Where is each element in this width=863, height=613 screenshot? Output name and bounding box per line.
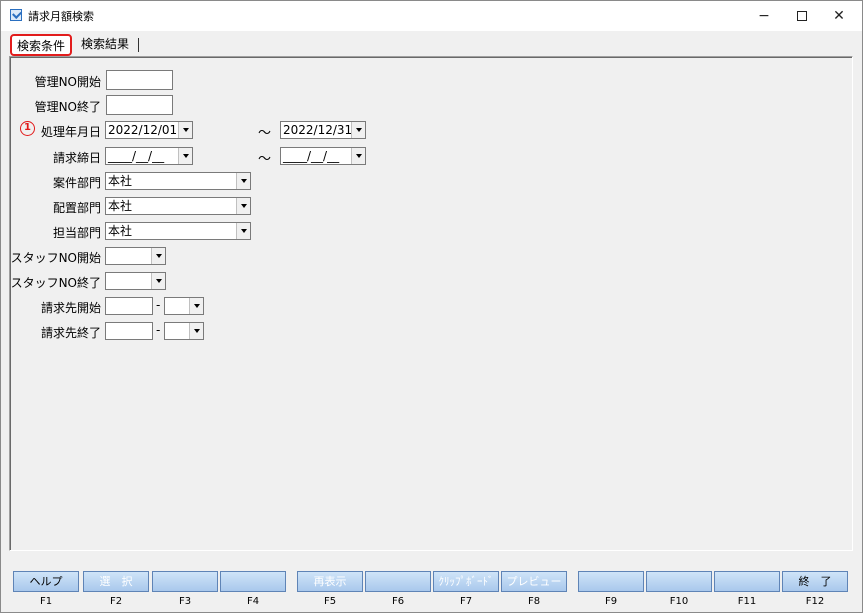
seikyu-start-branch-select[interactable]: [164, 297, 204, 315]
f6-label: F6: [391, 596, 405, 607]
kanri-no-end-label: 管理NO終了: [34, 100, 101, 114]
shime-date-from-value: ____/__/__: [108, 149, 165, 163]
f6-button[interactable]: [365, 571, 431, 592]
shori-date-from[interactable]: 2022/12/01: [105, 121, 193, 139]
app-window: 請求月額検索 − ✕ 検索条件 検索結果 管理NO開始 管理NO終了 1 処理年…: [0, 0, 863, 613]
tanto-dept-value: 本社: [108, 224, 133, 238]
f11-button[interactable]: [714, 571, 780, 592]
chevron-down-icon[interactable]: [151, 273, 165, 289]
f3-button[interactable]: [152, 571, 218, 592]
f12-exit-button[interactable]: 終 了: [782, 571, 848, 592]
f5-label: F5: [323, 596, 337, 607]
staff-no-end-label: スタッフNO終了: [10, 276, 101, 290]
f2-label: F2: [109, 596, 123, 607]
function-key-bar: ヘルプ F1 選 択 F2 F3 F4 再表示 F5 F6 ｸﾘｯﾌﾟﾎﾞｰﾄﾞ…: [13, 571, 849, 607]
seikyu-end-label: 請求先終了: [40, 326, 101, 340]
staff-no-start-select[interactable]: [105, 247, 166, 265]
chevron-down-icon[interactable]: [178, 148, 192, 164]
f9-label: F9: [604, 596, 618, 607]
chevron-down-icon[interactable]: [189, 298, 203, 314]
tanto-dept-label: 担当部門: [52, 226, 101, 240]
f1-label: F1: [39, 596, 53, 607]
chevron-down-icon[interactable]: [351, 148, 365, 164]
app-icon: [10, 9, 22, 21]
f9-button[interactable]: [578, 571, 644, 592]
chevron-down-icon[interactable]: [151, 248, 165, 264]
shime-date-from[interactable]: ____/__/__: [105, 147, 193, 165]
staff-no-start-label: スタッフNO開始: [10, 251, 101, 265]
f8-label: F8: [527, 596, 541, 607]
tanto-dept-select[interactable]: 本社: [105, 222, 251, 240]
f8-preview-button[interactable]: プレビュー: [501, 571, 567, 592]
haichi-dept-label: 配置部門: [52, 201, 101, 215]
f7-label: F7: [459, 596, 473, 607]
shori-date-to[interactable]: 2022/12/31: [280, 121, 366, 139]
title-bar: 請求月額検索 − ✕: [1, 1, 862, 31]
shori-date-label: 処理年月日: [40, 125, 101, 139]
f1-help-button[interactable]: ヘルプ: [13, 571, 79, 592]
shime-date-to-value: ____/__/__: [283, 149, 340, 163]
seikyu-start-label: 請求先開始: [40, 301, 101, 315]
f12-label: F12: [805, 596, 825, 607]
shori-date-to-value: 2022/12/31: [283, 123, 353, 137]
range-tilde-2: ～: [258, 152, 272, 167]
f2-select-button[interactable]: 選 択: [83, 571, 149, 592]
shori-date-from-value: 2022/12/01: [108, 123, 178, 137]
chevron-down-icon[interactable]: [236, 223, 250, 239]
tab-divider: [138, 38, 139, 52]
seikyu-end-dash: -: [156, 323, 161, 337]
chevron-down-icon[interactable]: [189, 323, 203, 339]
f4-button[interactable]: [220, 571, 286, 592]
anken-dept-label: 案件部門: [52, 176, 101, 190]
f10-label: F10: [669, 596, 689, 607]
chevron-down-icon[interactable]: [178, 122, 192, 138]
kanri-no-end-input[interactable]: [106, 95, 173, 115]
seikyu-start-code-input[interactable]: [105, 297, 153, 315]
shime-date-to[interactable]: ____/__/__: [280, 147, 366, 165]
tab-search-conditions[interactable]: 検索条件: [10, 34, 73, 56]
shime-date-label: 請求締日: [52, 151, 101, 165]
f11-label: F11: [737, 596, 757, 607]
anken-dept-value: 本社: [108, 174, 133, 188]
haichi-dept-value: 本社: [108, 199, 133, 213]
f10-button[interactable]: [646, 571, 712, 592]
seikyu-end-code-input[interactable]: [105, 322, 153, 340]
chevron-down-icon[interactable]: [351, 122, 365, 138]
chevron-down-icon[interactable]: [236, 198, 250, 214]
maximize-icon: [797, 11, 807, 21]
close-button[interactable]: ✕: [816, 1, 862, 31]
f4-label: F4: [246, 596, 260, 607]
haichi-dept-select[interactable]: 本社: [105, 197, 251, 215]
f3-label: F3: [178, 596, 192, 607]
kanri-no-start-input[interactable]: [106, 70, 173, 90]
marker-badge: 1: [20, 121, 35, 136]
f5-refresh-button[interactable]: 再表示: [297, 571, 363, 592]
seikyu-end-branch-select[interactable]: [164, 322, 204, 340]
range-tilde: ～: [258, 126, 272, 141]
kanri-no-start-label: 管理NO開始: [34, 75, 101, 89]
seikyu-start-dash: -: [156, 298, 161, 312]
anken-dept-select[interactable]: 本社: [105, 172, 251, 190]
chevron-down-icon[interactable]: [236, 173, 250, 189]
tab-search-results[interactable]: 検索結果: [77, 35, 133, 55]
window-title: 請求月額検索: [28, 10, 94, 23]
f7-clipboard-button[interactable]: ｸﾘｯﾌﾟﾎﾞｰﾄﾞ: [433, 571, 499, 592]
staff-no-end-select[interactable]: [105, 272, 166, 290]
